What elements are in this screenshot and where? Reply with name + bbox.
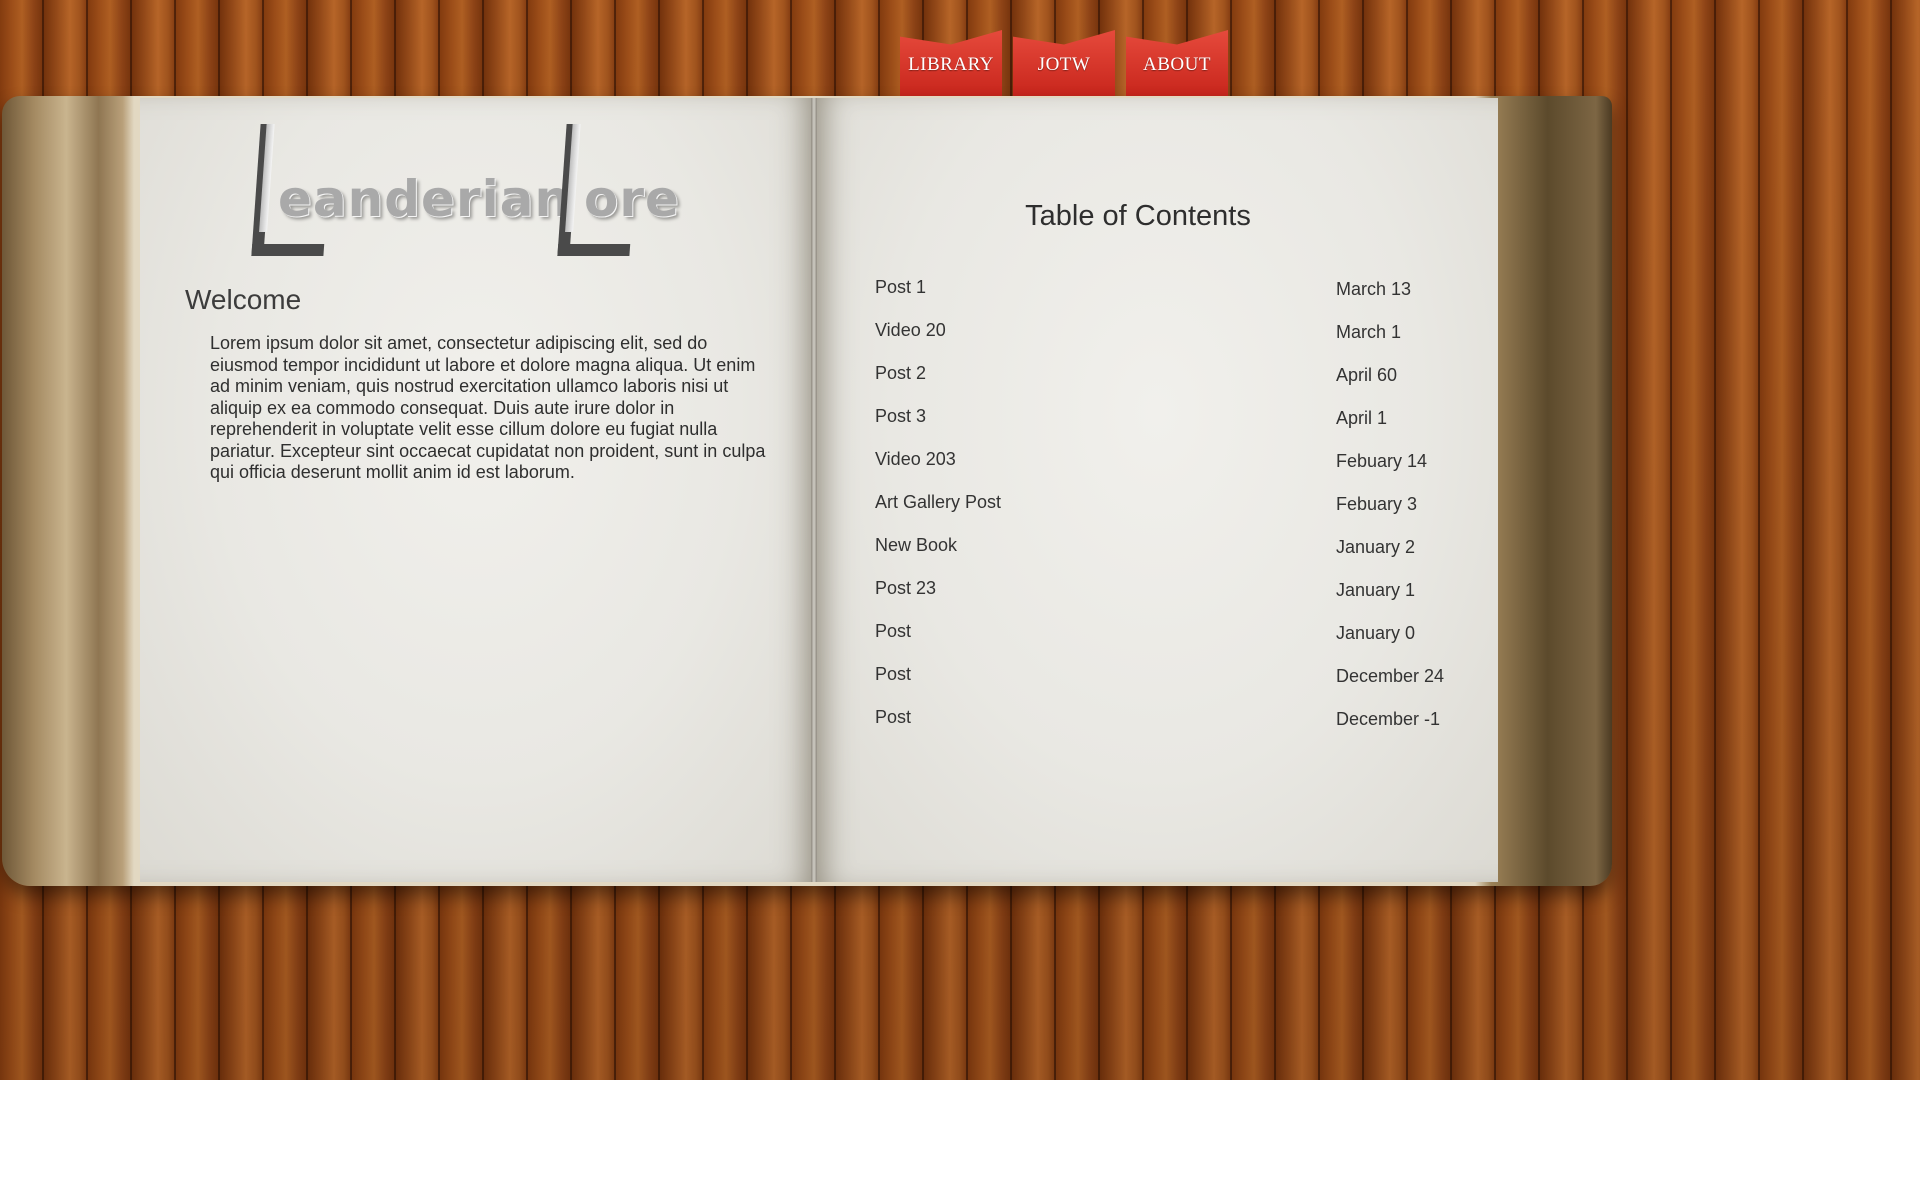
toc-entry[interactable]: Post 3 April 1	[875, 399, 1465, 442]
toc-entry-date: April 60	[1336, 365, 1398, 385]
toc-entry[interactable]: Video 203 Febuary 14	[875, 442, 1465, 485]
toc-entry[interactable]: Post December 24	[875, 657, 1465, 700]
toc-entry-title[interactable]: Post 1	[875, 277, 926, 298]
toc-entry-title[interactable]: Post 23	[875, 578, 936, 599]
toc-entry[interactable]: Post 1 March 13	[875, 270, 1465, 313]
toc-entry[interactable]: Post December -1	[875, 700, 1465, 743]
toc-entry-title[interactable]: Post 3	[875, 406, 926, 427]
toc-entry[interactable]: Post 23 January 1	[875, 571, 1465, 614]
toc-entry-title[interactable]: Post	[875, 621, 911, 642]
toc-entry[interactable]: New Book January 2	[875, 528, 1465, 571]
toc-entry-date: Febuary 14	[1336, 451, 1428, 471]
toc-heading: Table of Contents	[1025, 200, 1251, 232]
tab-about[interactable]: ABOUT	[1126, 30, 1228, 96]
welcome-heading: Welcome	[185, 284, 302, 315]
toc-list: Post 1 March 13 Video 20 March 1 Post 2 April…	[875, 270, 1465, 743]
toc-entry[interactable]: Post 2 April 60	[875, 356, 1465, 399]
toc-entry-title[interactable]: Post 2	[875, 363, 926, 384]
toc-entry[interactable]: Art Gallery Post Febuary 3	[875, 485, 1465, 528]
logo-word-2: ore	[584, 170, 680, 228]
toc-entry-date: December 24	[1336, 666, 1445, 686]
toc-entry-date: Febuary 3	[1336, 494, 1418, 514]
toc-entry-date: April 1	[1336, 408, 1388, 428]
toc-entry-date: January 1	[1336, 580, 1416, 600]
toc-entry-date: January 2	[1336, 537, 1416, 557]
toc-entry[interactable]: Post January 0	[875, 614, 1465, 657]
site-logo[interactable]: eanderian ore	[251, 122, 679, 256]
toc-entry-title[interactable]: Post	[875, 664, 911, 685]
toc-entry-date: January 0	[1336, 623, 1416, 643]
toc-entry-title[interactable]: Art Gallery Post	[875, 492, 1001, 513]
welcome-body: Lorem ipsum dolor sit amet, consectetur …	[210, 333, 766, 482]
logo-word-1: eanderian	[278, 170, 572, 228]
toc-entry-title[interactable]: Video 203	[875, 449, 956, 470]
toc-entry-title[interactable]: Post	[875, 707, 911, 728]
toc-entry-title[interactable]: New Book	[875, 535, 957, 556]
toc-entry-title[interactable]: Video 20	[875, 320, 946, 341]
tab-jotw[interactable]: JOTW	[1013, 30, 1115, 96]
toc-entry-date: March 13	[1336, 279, 1412, 299]
tab-library[interactable]: LIBRARY	[900, 30, 1002, 96]
toc-entry-date: March 1	[1336, 322, 1402, 342]
toc-entry[interactable]: Video 20 March 1	[875, 313, 1465, 356]
toc-entry-date: December -1	[1336, 709, 1441, 729]
